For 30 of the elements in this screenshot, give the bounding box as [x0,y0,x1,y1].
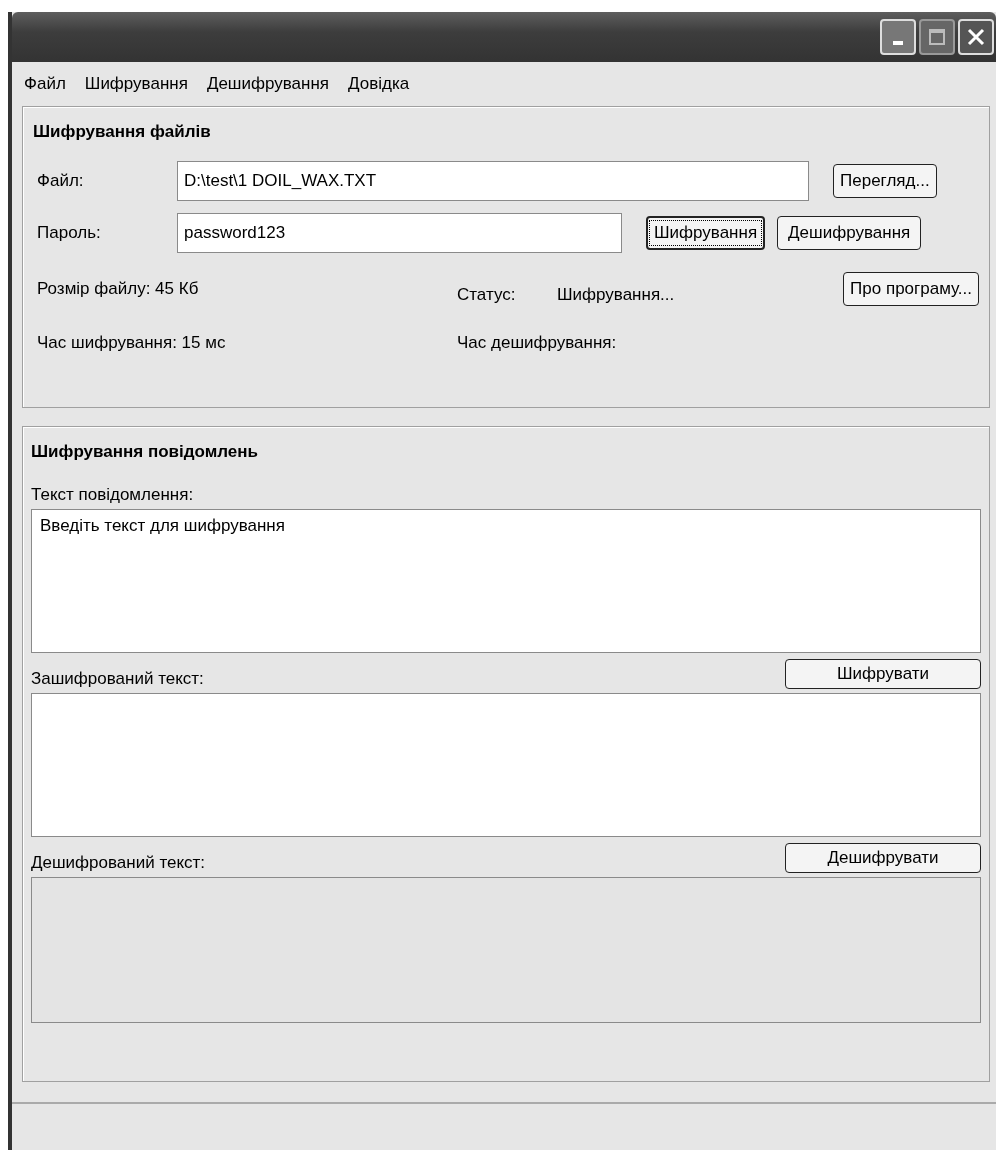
encrypt-message-button[interactable]: Шифрувати [785,659,981,689]
browse-button[interactable]: Перегляд... [833,164,937,198]
status-label: Статус: [457,284,517,305]
close-button[interactable] [958,19,994,55]
text-area[interactable]: Введіть текст для шифрування [31,509,981,653]
menu-item[interactable]: Шифрування [84,74,188,94]
file-label: Файл: [36,171,85,191]
status-value: Шифрування... [557,284,676,305]
maximize-button[interactable] [919,19,955,55]
encrypt-button[interactable]: Шифрування [646,216,766,250]
text-area-label: Текст повідомлення: [31,485,194,505]
decrypt-button[interactable]: Дешифрування [777,216,922,250]
file-path-field[interactable]: D:\test\1 DOIL_WAX.TXT [177,161,809,201]
password-label: Пароль: [36,223,102,243]
maximize-icon [928,28,946,46]
encryption-time-text: Час шифрування: 15 мс [37,333,227,353]
decryption-time-label: Час дешифрування: [457,333,618,353]
text-area-label: Дешифрований текст: [31,853,206,873]
minimize-button[interactable] [880,19,916,55]
password-field[interactable]: password123 [177,213,622,253]
menu-item[interactable]: Файл [24,74,66,94]
text-area-label: Зашифрований текст: [31,669,204,689]
group-title: Шифрування файлів [33,121,212,143]
file-size-text: Розмір файлу: 45 Кб [37,279,200,299]
menu-item[interactable]: Довідка [348,74,410,94]
about-button[interactable]: Про програму... [843,272,979,306]
group-title: Шифрування повідомлень [31,441,259,463]
menu-item[interactable]: Дешифрування [206,74,330,94]
minimize-icon [893,41,903,45]
close-icon [966,27,986,47]
